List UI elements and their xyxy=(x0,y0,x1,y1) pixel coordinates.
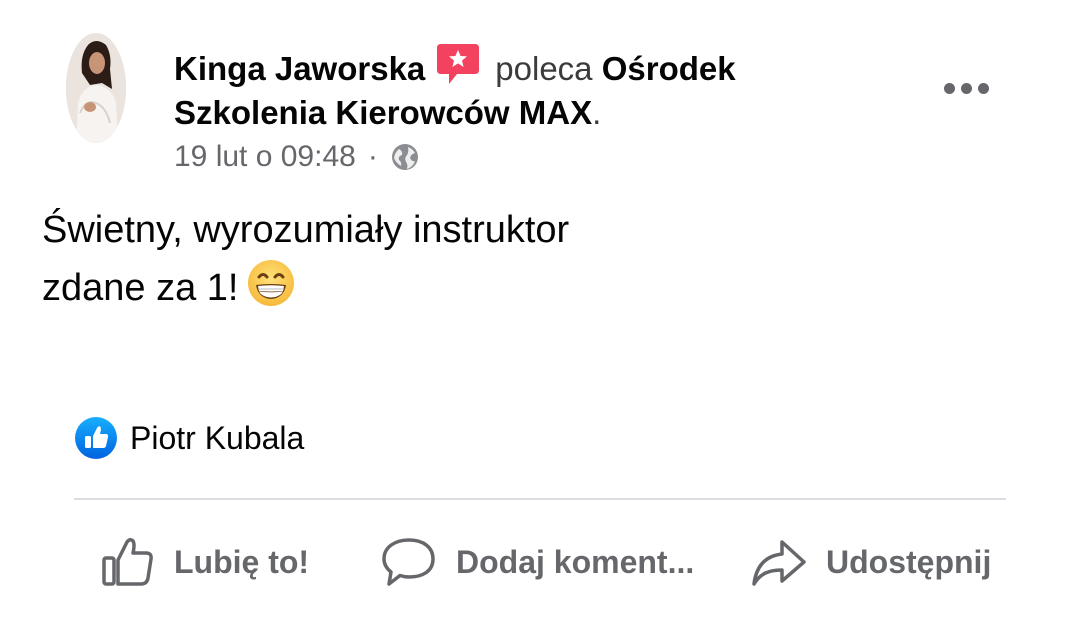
post-timestamp[interactable]: 19 lut o 09:48 xyxy=(174,137,356,177)
post-body-line-1: Świetny, wyrozumiały instruktor xyxy=(42,209,570,251)
recommend-icon xyxy=(435,42,481,86)
share-button-label: Udostępnij xyxy=(826,543,992,580)
share-button[interactable]: Udostępnij xyxy=(750,532,991,592)
share-arrow-icon xyxy=(752,540,806,586)
comment-button-label: Dodaj koment... xyxy=(456,543,695,580)
post-body: Świetny, wyrozumiały instruktor zdane za… xyxy=(42,202,942,316)
reactions-summary[interactable]: Piotr Kubala xyxy=(74,416,304,460)
more-options-button[interactable] xyxy=(940,76,992,100)
reactor-names: Piotr Kubala xyxy=(130,419,305,456)
post-meta: 19 lut o 09:48 · xyxy=(174,137,420,177)
thumbs-up-icon xyxy=(102,537,153,586)
like-button-label: Lubię to! xyxy=(174,543,310,580)
like-button[interactable]: Lubię to! xyxy=(100,532,309,592)
comment-bubble-icon xyxy=(382,538,435,586)
meta-separator: · xyxy=(367,140,378,173)
actions-divider xyxy=(74,498,1006,500)
post-body-line-2: zdane za 1! xyxy=(42,267,239,309)
more-dot-icon xyxy=(977,82,989,94)
header-period: . xyxy=(592,94,602,131)
author-name[interactable]: Kinga Jaworska xyxy=(174,50,425,87)
like-reaction-icon xyxy=(75,417,117,459)
post-header: Kinga Jaworska poleca Ośrodek Szkolenia … xyxy=(174,42,894,135)
post-body-line-2-wrap: zdane za 1! xyxy=(42,258,942,316)
grinning-face-emoji-icon xyxy=(248,260,295,306)
globe-icon xyxy=(391,144,418,170)
more-dot-icon xyxy=(960,82,972,94)
avatar-photo xyxy=(66,33,126,143)
comment-button[interactable]: Dodaj koment... xyxy=(380,532,694,592)
author-avatar[interactable] xyxy=(66,33,126,143)
more-dot-icon xyxy=(943,82,955,94)
recommends-text: poleca xyxy=(495,50,593,87)
